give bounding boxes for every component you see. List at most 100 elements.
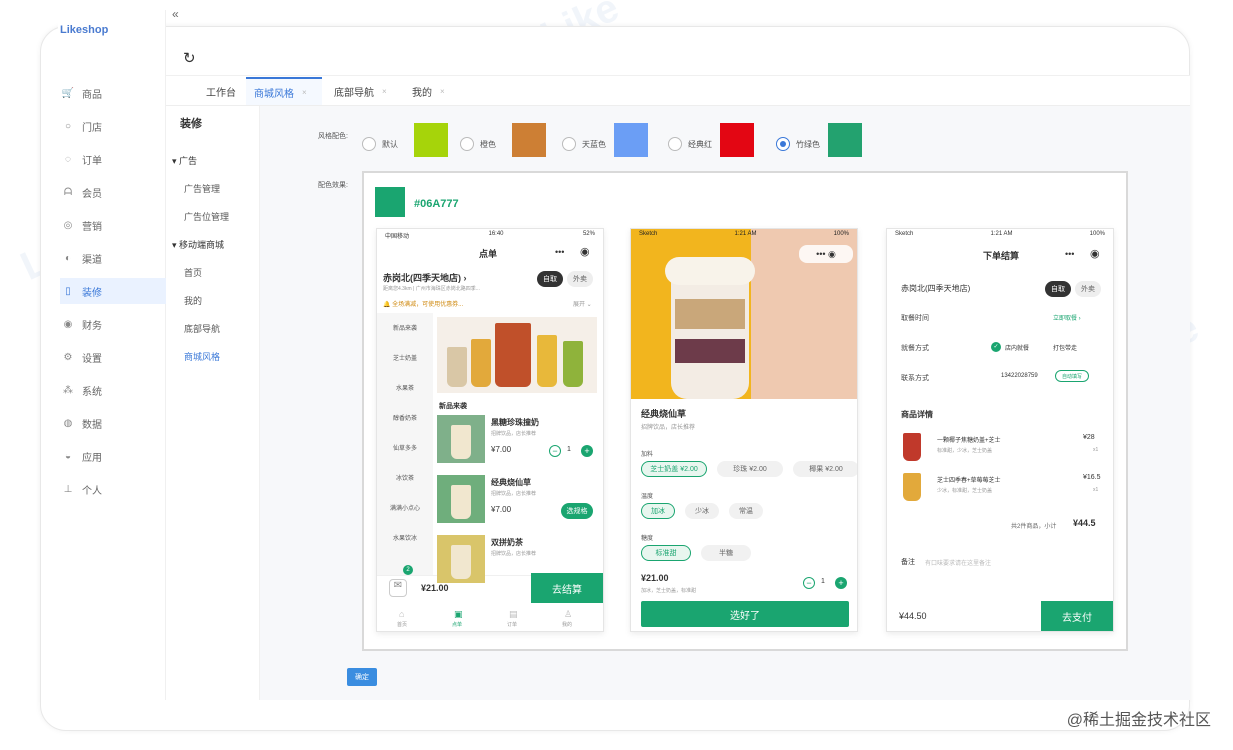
pickup-time[interactable]: 立即取餐 › [1053, 313, 1081, 322]
sidebar-item-2[interactable]: ◌ 订单 [60, 146, 166, 172]
increase-button[interactable]: + [835, 577, 847, 589]
tab-0[interactable]: 工作台 [198, 77, 244, 105]
category-item[interactable]: 醇香奶茶 [381, 413, 429, 422]
autofill-tag[interactable]: 自动填写 [1055, 370, 1089, 382]
refresh-icon[interactable]: ↻ [183, 49, 196, 67]
category-item[interactable]: 新品来袭 [381, 323, 429, 332]
color-swatch-0[interactable] [414, 123, 448, 157]
product-thumb[interactable] [437, 415, 485, 463]
tab-2[interactable]: 底部导航 × [326, 77, 395, 105]
color-swatch-4[interactable] [828, 123, 862, 157]
cart-icon[interactable]: ✉ [389, 579, 407, 597]
category-item[interactable]: 仙草多多 [381, 443, 429, 452]
select-spec-button[interactable]: 选规格 [561, 503, 593, 519]
decrease-button[interactable]: − [803, 577, 815, 589]
sidebar-item-4[interactable]: ◎ 营销 [60, 212, 166, 238]
submenu-item[interactable]: 我的 [184, 294, 202, 307]
close-icon[interactable]: × [382, 87, 387, 96]
confirm-spec-button[interactable]: 选好了 [641, 601, 849, 627]
submenu-item[interactable]: 商城风格 [184, 350, 220, 363]
option-chip[interactable]: 标准甜 [641, 545, 691, 561]
capsule-menu[interactable]: ••• ◉ [799, 245, 853, 263]
remark-input[interactable]: 有口味要求请在这里备注 [925, 558, 991, 567]
tab-3[interactable]: 我的 × [404, 77, 453, 105]
option-chip[interactable]: 少冰 [685, 503, 719, 519]
sidebar-item-7[interactable]: ◉ 财务 [60, 311, 166, 337]
order-icon[interactable]: ▣ [454, 609, 463, 620]
option-chip[interactable]: 椰果 ¥2.00 [793, 461, 857, 477]
nav-label[interactable]: 我的 [562, 621, 572, 628]
product-thumb[interactable] [437, 475, 485, 523]
mode-delivery[interactable]: 外卖 [1075, 281, 1101, 297]
product-name[interactable]: 经典烧仙草 [491, 477, 531, 488]
color-option-1[interactable]: 橙色 [460, 137, 496, 151]
close-icon[interactable]: × [302, 88, 307, 97]
target-icon[interactable]: ◉ [1090, 247, 1100, 260]
sidebar-item-10[interactable]: ◍ 数据 [60, 410, 166, 436]
submenu-group[interactable]: ▾ 移动端商城 [172, 238, 224, 251]
color-swatch-2[interactable] [614, 123, 648, 157]
category-item[interactable]: 水果饮冰 [381, 533, 429, 542]
product-name[interactable]: 双拼奶茶 [491, 537, 523, 548]
mode-pickup[interactable]: 自取 [537, 271, 563, 287]
submenu-item[interactable]: 底部导航 [184, 322, 220, 335]
radio-button[interactable] [668, 137, 682, 151]
category-item[interactable]: 水果茶 [381, 383, 429, 392]
close-icon[interactable]: × [440, 87, 445, 96]
sidebar-item-1[interactable]: ○ 门店 [60, 113, 166, 139]
confirm-button[interactable]: 确定 [347, 668, 377, 686]
sidebar-item-3[interactable]: ᗩ 会员 [60, 179, 166, 205]
list-icon[interactable]: ▤ [509, 609, 518, 620]
notice-expand[interactable]: 展开 ⌄ [573, 299, 592, 308]
submenu-item[interactable]: 首页 [184, 266, 202, 279]
nav-label[interactable]: 点单 [452, 621, 462, 628]
home-icon[interactable]: ⌂ [399, 609, 404, 619]
store-name[interactable]: 赤岗北(四季天地店) › [383, 271, 467, 284]
user-icon[interactable]: ♙ [564, 609, 572, 620]
option-chip[interactable]: 芝士奶盖 ¥2.00 [641, 461, 707, 477]
sidebar-item-8[interactable]: ⚙ 设置 [60, 344, 166, 370]
mode-pickup[interactable]: 自取 [1045, 281, 1071, 297]
option-chip[interactable]: 半糖 [701, 545, 751, 561]
color-option-4[interactable]: 竹绿色 [776, 137, 820, 151]
radio-button[interactable] [460, 137, 474, 151]
category-item[interactable]: 满满小点心 [381, 503, 429, 512]
nav-label[interactable]: 订单 [507, 621, 517, 628]
dine-in-option[interactable]: 店内就餐 [1005, 343, 1029, 352]
option-chip[interactable]: 加冰 [641, 503, 675, 519]
collapse-icon[interactable]: « [172, 0, 179, 28]
option-chip[interactable]: 珍珠 ¥2.00 [717, 461, 783, 477]
submenu-item[interactable]: 广告管理 [184, 182, 220, 195]
submenu-item[interactable]: 广告位管理 [184, 210, 229, 223]
radio-checked-icon[interactable]: ✓ [991, 342, 1001, 352]
sidebar-item-5[interactable]: ◐ 渠道 [60, 245, 166, 271]
color-swatch-3[interactable] [720, 123, 754, 157]
phone-number[interactable]: 13422028759 [1001, 373, 1038, 379]
product-thumb[interactable] [437, 535, 485, 583]
sidebar-item-11[interactable]: ◒ 应用 [60, 443, 166, 469]
submenu-group[interactable]: ▾ 广告 [172, 154, 197, 167]
sidebar-item-9[interactable]: ⁂ 系统 [60, 377, 166, 403]
color-option-3[interactable]: 经典红 [668, 137, 712, 151]
checkout-button[interactable]: 去结算 [531, 573, 603, 603]
pay-button[interactable]: 去支付 [1041, 601, 1113, 631]
category-item[interactable]: 冰饮茶 [381, 473, 429, 482]
tab-1[interactable]: 商城风格 × [246, 77, 322, 105]
radio-button[interactable] [562, 137, 576, 151]
target-icon[interactable]: ◉ [580, 245, 590, 258]
product-name[interactable]: 黑糖珍珠撞奶 [491, 417, 539, 428]
nav-label[interactable]: 首页 [397, 621, 407, 628]
more-icon[interactable]: ••• [1065, 249, 1074, 259]
sidebar-item-0[interactable]: 🛒 商品 [60, 80, 166, 106]
mode-delivery[interactable]: 外卖 [567, 271, 593, 287]
color-option-2[interactable]: 天蓝色 [562, 137, 606, 151]
increase-button[interactable]: + [581, 445, 593, 457]
radio-button[interactable] [362, 137, 376, 151]
decrease-button[interactable]: − [549, 445, 561, 457]
radio-button[interactable] [776, 137, 790, 151]
color-swatch-1[interactable] [512, 123, 546, 157]
sidebar-item-12[interactable]: ⊥ 个人 [60, 476, 166, 502]
sidebar-item-6[interactable]: ▯ 装修 [60, 278, 166, 304]
option-chip[interactable]: 常温 [729, 503, 763, 519]
category-item[interactable]: 芝士奶盖 [381, 353, 429, 362]
